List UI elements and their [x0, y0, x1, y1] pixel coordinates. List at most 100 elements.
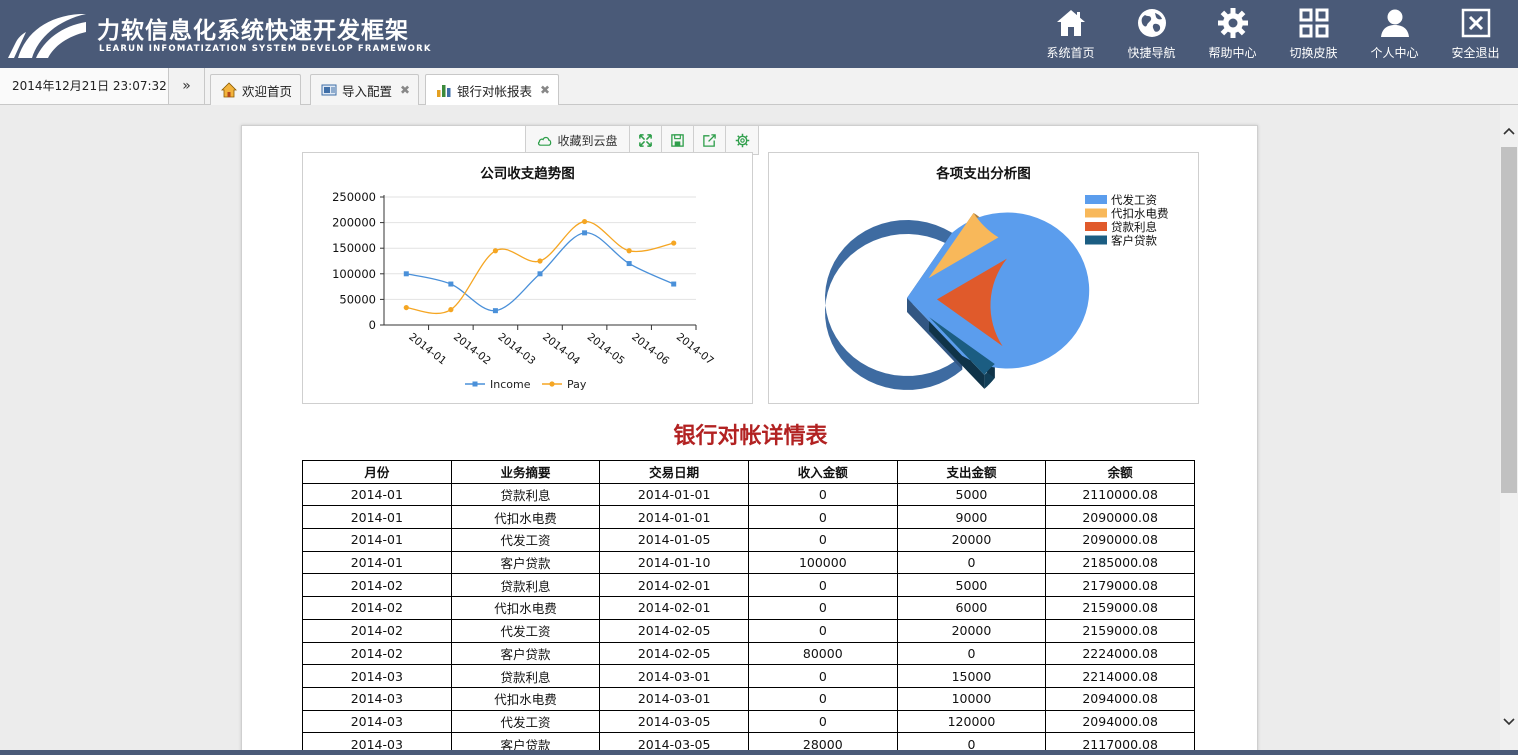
- data-point: [626, 261, 632, 267]
- table-cell: 2014-03: [302, 686, 452, 711]
- nav-system-home[interactable]: 系统首页: [1030, 0, 1111, 68]
- close-icon[interactable]: ✖: [400, 83, 410, 97]
- legend-label: Income: [490, 378, 531, 391]
- table-cell: 2014-02: [302, 573, 452, 598]
- table-row: 2014-01 代发工资 2014-01-05 0 20000 2090000.08: [302, 528, 1195, 552]
- table-cell: 2014-02: [302, 596, 452, 620]
- column-header: 支出金额: [896, 460, 1047, 484]
- table-cell: 2110000.08: [1045, 482, 1195, 507]
- table-row: 2014-03 代扣水电费 2014-03-01 0 10000 2094000.08: [302, 686, 1195, 711]
- table-cell: 贷款利息: [450, 573, 601, 598]
- nav-label: 安全退出: [1451, 46, 1500, 60]
- table-cell: 6000: [896, 596, 1047, 620]
- export-button[interactable]: [694, 126, 726, 154]
- scroll-up-arrow-icon[interactable]: [1500, 125, 1518, 139]
- table-cell: 80000: [747, 641, 898, 666]
- table-cell: 2014-03-01: [599, 664, 749, 688]
- table-cell: 2014-01-10: [599, 550, 749, 575]
- table-cell: 2014-03-05: [599, 732, 749, 750]
- table-cell: 5000: [896, 482, 1047, 507]
- data-point: [403, 271, 409, 277]
- scroll-down-arrow-icon[interactable]: [1500, 716, 1518, 730]
- expense-analysis-chart: 各项支出分析图 代发工资 代扣水电费 贷款利息 客户贷款: [768, 152, 1199, 404]
- save-button[interactable]: [662, 126, 694, 154]
- y-tick-label: 200000: [332, 216, 376, 230]
- data-point: [492, 308, 498, 314]
- table-cell: 9000: [896, 505, 1047, 530]
- globe-icon: [1137, 9, 1166, 37]
- table-cell: 0: [747, 686, 898, 711]
- column-header: 业务摘要: [450, 460, 601, 484]
- column-header: 收入金额: [747, 460, 898, 484]
- export-icon: [703, 133, 716, 147]
- tab-bar: 2014年12月21日 23:07:32 » 欢迎首页 导入配置 ✖ 银行对帐报…: [0, 68, 1518, 105]
- table-cell: 5000: [896, 573, 1047, 598]
- table-cell: 2179000.08: [1045, 573, 1195, 598]
- table-cell: 0: [747, 505, 898, 530]
- data-point: [581, 218, 588, 225]
- grid-icon: [1299, 8, 1328, 38]
- table-cell: 15000: [896, 664, 1047, 688]
- logo-icon: [8, 14, 86, 58]
- table-cell: 2090000.08: [1045, 505, 1195, 530]
- table-cell: 2014-02-05: [599, 641, 749, 666]
- current-datetime: 2014年12月21日 23:07:32: [0, 68, 169, 104]
- data-point: [582, 230, 588, 236]
- save-to-cloud-button[interactable]: 收藏到云盘: [526, 126, 630, 154]
- nav-help-center[interactable]: 帮助中心: [1192, 0, 1273, 68]
- x-tick-label: 2014-06: [629, 331, 671, 368]
- table-cell: 2014-03: [302, 664, 452, 688]
- expand-tabs-button[interactable]: »: [169, 68, 205, 104]
- fullscreen-button[interactable]: [630, 126, 662, 154]
- table-row: 2014-03 贷款利息 2014-03-01 0 15000 2214000.08: [302, 664, 1195, 688]
- data-point: [537, 258, 543, 264]
- table-cell: 代发工资: [450, 528, 601, 552]
- nav-personal-center[interactable]: 个人中心: [1354, 0, 1435, 68]
- settings-button[interactable]: [726, 126, 758, 154]
- table-cell: 2014-01: [302, 550, 452, 575]
- home-tab-icon: [221, 82, 237, 98]
- y-tick-label: 150000: [332, 241, 376, 255]
- floppy-disk-icon: [671, 133, 684, 147]
- table-cell: 2159000.08: [1045, 596, 1195, 620]
- table-cell: 10000: [896, 686, 1047, 711]
- table-cell: 2014-03: [302, 732, 452, 750]
- scrollbar-thumb[interactable]: [1501, 147, 1517, 493]
- table-row: 2014-02 贷款利息 2014-02-01 0 5000 2179000.08: [302, 573, 1195, 598]
- table-cell: 2014-02-01: [599, 573, 749, 598]
- tab-import-config[interactable]: 导入配置 ✖: [310, 74, 420, 105]
- tab-welcome-home[interactable]: 欢迎首页: [210, 74, 302, 105]
- top-nav: 系统首页 快捷导航 帮助中心 切换皮肤 个人中心 安全退出: [1030, 0, 1516, 68]
- save-to-cloud-label: 收藏到云盘: [557, 133, 618, 148]
- nav-switch-skin[interactable]: 切换皮肤: [1273, 0, 1354, 68]
- legend-label: 代扣水电费: [1111, 207, 1169, 221]
- nav-secure-logout[interactable]: 安全退出: [1435, 0, 1516, 68]
- close-icon[interactable]: ✖: [540, 83, 550, 97]
- table-cell: 120000: [896, 709, 1047, 734]
- data-point: [671, 281, 677, 287]
- table-header-row: 月份 业务摘要 交易日期 收入金额 支出金额 余额: [302, 460, 1195, 484]
- nav-label: 个人中心: [1370, 46, 1419, 60]
- nav-quick-navigation[interactable]: 快捷导航: [1111, 0, 1192, 68]
- data-point: [492, 248, 499, 254]
- table-cell: 20000: [896, 528, 1047, 552]
- tab-bank-reconciliation-report[interactable]: 银行对帐报表 ✖: [425, 74, 560, 105]
- table-cell: 0: [896, 641, 1047, 666]
- table-cell: 0: [747, 482, 898, 507]
- pie-chart-canvas: 代发工资代扣水电费贷款利息客户贷款: [825, 193, 1169, 390]
- import-icon: [321, 84, 337, 96]
- table-cell: 2214000.08: [1045, 664, 1195, 688]
- report-paper: 收藏到云盘 公司收支趋势图 250000 200000 150000 10000…: [241, 125, 1258, 750]
- table-cell: 2014-01-05: [599, 528, 749, 552]
- table-cell: 0: [896, 732, 1047, 750]
- table-cell: 客户贷款: [450, 732, 601, 750]
- table-cell: 2090000.08: [1045, 528, 1195, 552]
- line-chart-canvas: 2500002000001500001000005000002014-01 201…: [332, 190, 716, 391]
- bottom-border: [0, 750, 1518, 755]
- report-title: 银行对帐详情表: [673, 423, 828, 449]
- tab-label: 欢迎首页: [242, 83, 293, 99]
- table-cell: 客户贷款: [450, 550, 601, 575]
- vertical-scrollbar[interactable]: [1500, 105, 1518, 750]
- gear-icon: [735, 133, 749, 147]
- table-cell: 代发工资: [450, 618, 601, 643]
